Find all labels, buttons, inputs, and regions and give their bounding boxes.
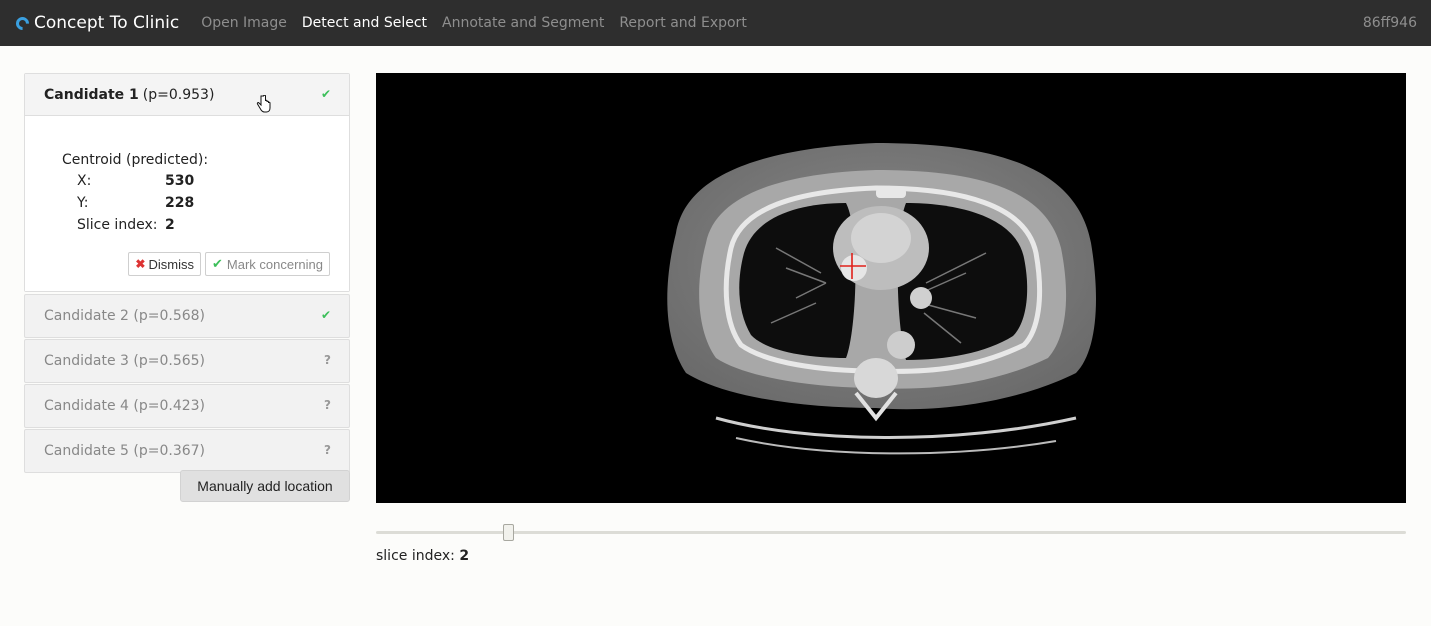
nav-open-image[interactable]: Open Image (201, 15, 287, 31)
candidate-prob: (p=0.568) (133, 308, 206, 324)
candidate-header-1[interactable]: Candidate 1 (p=0.953) ✔ (25, 74, 349, 116)
nav-annotate-segment[interactable]: Annotate and Segment (442, 15, 604, 31)
x-value: 530 (165, 173, 195, 189)
nav-report-export[interactable]: Report and Export (619, 15, 746, 31)
slice-slider-handle[interactable] (503, 524, 514, 541)
top-navbar: Concept To Clinic Open Image Detect and … (0, 0, 1431, 46)
hand-cursor-icon (256, 95, 271, 113)
candidate-header-2[interactable]: Candidate 2 (p=0.568) ✔ (25, 295, 349, 337)
candidate-name: Candidate 4 (44, 398, 129, 414)
dismiss-button[interactable]: ✖ Dismiss (128, 252, 201, 276)
centroid-y-row: Y: 228 (77, 195, 194, 211)
version-label: 86ff946 (1362, 15, 1417, 31)
candidate-item-2[interactable]: Candidate 2 (p=0.568) ✔ (24, 294, 350, 338)
dismiss-label: Dismiss (148, 256, 194, 272)
slice-index-value: 2 (459, 548, 470, 564)
x-label: X: (77, 173, 92, 189)
manually-add-location-button[interactable]: Manually add location (180, 470, 350, 502)
brand-title: Concept To Clinic (34, 13, 180, 33)
centroid-title: Centroid (predicted): (62, 152, 209, 168)
candidate-header-4[interactable]: Candidate 4 (p=0.423) ? (25, 385, 349, 427)
candidate-name: Candidate 5 (44, 443, 129, 459)
nav-detect-select[interactable]: Detect and Select (302, 15, 427, 31)
candidate-detail: Centroid (predicted): X: 530 Y: 228 Slic… (25, 116, 349, 291)
check-icon: ✔ (320, 308, 331, 322)
candidate-name: Candidate 3 (44, 353, 129, 369)
ct-scan-image (667, 143, 1096, 455)
candidate-actions: ✖ Dismiss ✔ Mark concerning (128, 252, 330, 276)
candidate-prob: (p=0.565) (133, 353, 206, 369)
candidate-item-1: Candidate 1 (p=0.953) ✔ Centroid (predic… (24, 73, 350, 292)
mark-label: Mark concerning (226, 256, 323, 272)
candidate-header-3[interactable]: Candidate 3 (p=0.565) ? (25, 340, 349, 382)
candidate-item-5[interactable]: Candidate 5 (p=0.367) ? (24, 429, 350, 473)
check-icon: ✔ (211, 256, 223, 271)
brand[interactable]: Concept To Clinic (13, 13, 180, 33)
candidate-panel: Candidate 1 (p=0.953) ✔ Centroid (predic… (24, 73, 350, 502)
candidate-prob: (p=0.367) (133, 443, 206, 459)
candidate-name: Candidate 1 (44, 86, 139, 103)
ct-image-viewer[interactable] (376, 73, 1406, 503)
mark-concerning-button[interactable]: ✔ Mark concerning (204, 252, 330, 276)
check-icon: ✔ (320, 87, 331, 101)
question-icon: ? (324, 353, 331, 367)
logo-icon (13, 13, 32, 33)
candidate-header-5[interactable]: Candidate 5 (p=0.367) ? (25, 430, 349, 472)
candidate-item-4[interactable]: Candidate 4 (p=0.423) ? (24, 384, 350, 428)
candidate-prob: (p=0.423) (133, 398, 206, 414)
question-icon: ? (324, 443, 331, 457)
centroid-slice-row: Slice index: 2 (77, 217, 175, 233)
candidate-prob: (p=0.953) (142, 86, 215, 103)
slice-index-label: slice index: (376, 548, 455, 564)
slice-index-readout: slice index: 2 (376, 548, 469, 564)
slice-slider-track[interactable] (376, 531, 1406, 534)
y-value: 228 (165, 195, 195, 211)
main-nav: Open Image Detect and Select Annotate an… (201, 15, 762, 31)
centroid-x-row: X: 530 (77, 173, 194, 189)
slice-label: Slice index: (77, 217, 158, 233)
y-label: Y: (77, 195, 89, 211)
candidate-item-3[interactable]: Candidate 3 (p=0.565) ? (24, 339, 350, 383)
slice-value: 2 (165, 217, 175, 233)
question-icon: ? (324, 398, 331, 412)
candidate-name: Candidate 2 (44, 308, 129, 324)
close-icon: ✖ (135, 257, 146, 271)
